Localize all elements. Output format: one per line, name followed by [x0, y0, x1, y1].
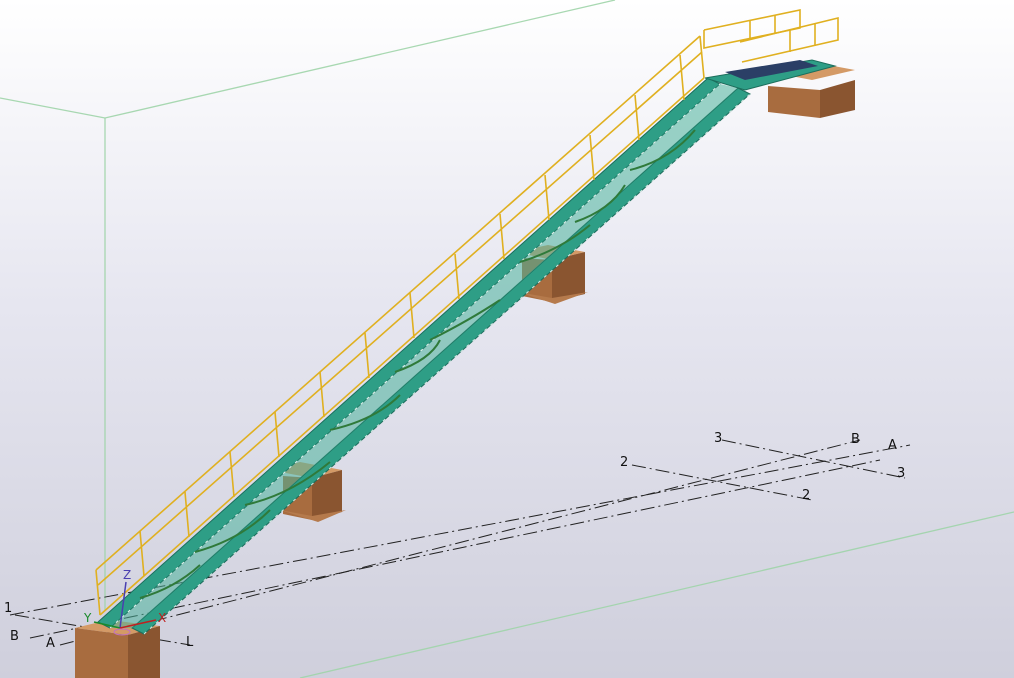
axis-label-y: Y [83, 611, 92, 625]
grid-label-a-right: A [888, 438, 897, 453]
grid-label-l: L [186, 635, 194, 650]
model-3d-viewport[interactable]: 1 B A L 2 2 3 3 B A Z Y X [0, 0, 1014, 678]
grid-label-1: 1 [4, 601, 12, 616]
grid-label-3-left: 3 [714, 431, 722, 446]
axis-label-x: X [158, 611, 166, 625]
grid-label-b-left: B [10, 629, 19, 644]
grid-label-a-left: A [46, 636, 55, 651]
grid-label-2-left: 2 [620, 455, 628, 470]
grid-label-b-right: B [851, 432, 860, 447]
grid-label-3-right: 3 [897, 466, 905, 481]
grid-label-2-right: 2 [802, 488, 810, 503]
axis-label-z: Z [123, 568, 131, 582]
model-canvas[interactable]: 1 B A L 2 2 3 3 B A Z Y X [0, 0, 1014, 678]
